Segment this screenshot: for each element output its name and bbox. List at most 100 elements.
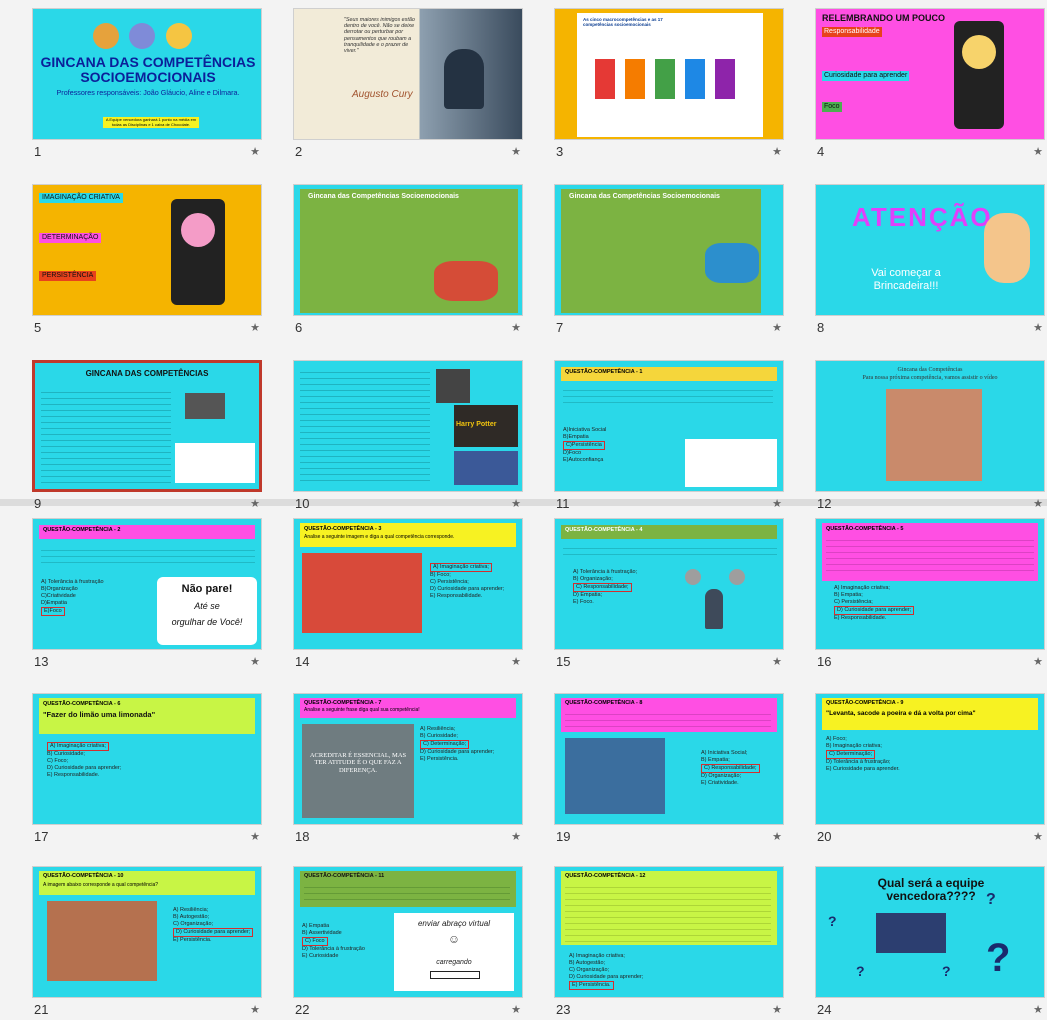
answer-option[interactable]: B) Assertividade [302, 930, 365, 937]
answer-option[interactable]: A) Tolerância à frustração; [573, 569, 637, 576]
answer-option[interactable]: D) Curiosidade para aprender; [430, 586, 504, 593]
answer-option[interactable]: D) Curiosidade para aprender; [420, 749, 494, 756]
slide-thumbnail[interactable]: QUESTÃO-COMPETÊNCIA - 8 A) Iniciativa So… [554, 693, 784, 825]
slide-cell[interactable]: GINCANA DAS COMPETÊNCIAS 9 ★ [32, 360, 262, 512]
slide-cell[interactable]: QUESTÃO-COMPETÊNCIA - 5 A) Imaginação cr… [815, 518, 1045, 670]
answer-option[interactable]: D) Organização; [701, 773, 760, 780]
answer-option[interactable]: A) Imaginação criativa; [834, 585, 914, 592]
slide-cell[interactable]: QUESTÃO-COMPETÊNCIA - 3 Analise a seguin… [293, 518, 523, 670]
answer-option[interactable]: D) Empatia; [573, 592, 637, 599]
answer-option[interactable]: D) Tolerância à frustração [302, 946, 365, 953]
slide-thumbnail[interactable]: GINCANA DAS COMPETÊNCIAS SOCIOEMOCIONAIS… [32, 8, 262, 140]
slide-cell[interactable]: Harry Potter 10 ★ [293, 360, 523, 512]
star-icon[interactable]: ★ [250, 1003, 260, 1016]
star-icon[interactable]: ★ [1033, 145, 1043, 158]
star-icon[interactable]: ★ [250, 830, 260, 843]
slide-cell[interactable]: QUESTÃO-COMPETÊNCIA - 7 Analise a seguin… [293, 693, 523, 845]
slide-thumbnail[interactable]: QUESTÃO-COMPETÊNCIA - 11 A) Empatia B) A… [293, 866, 523, 998]
answer-option[interactable]: D)Empatia [41, 600, 104, 607]
answer-option[interactable]: B) Empatia; [834, 592, 914, 599]
slide-cell[interactable]: QUESTÃO-COMPETÊNCIA - 12 A) Imaginação c… [554, 866, 784, 1018]
slide-cell[interactable]: QUESTÃO-COMPETÊNCIA - 2 A) Tolerância à … [32, 518, 262, 670]
star-icon[interactable]: ★ [511, 145, 521, 158]
video-placeholder[interactable] [886, 389, 982, 481]
answer-option[interactable]: A) Tolerância à frustração [41, 579, 104, 586]
answer-option[interactable]: E) Responsabilidade. [834, 615, 914, 622]
answer-option[interactable]: A) Resiliência; [420, 726, 494, 733]
slide-thumbnail[interactable]: QUESTÃO-COMPETÊNCIA - 12 A) Imaginação c… [554, 866, 784, 998]
slide-thumbnail[interactable]: RELEMBRANDO UM POUCO Responsabilidade Cu… [815, 8, 1045, 140]
slide-thumbnail[interactable]: QUESTÃO-COMPETÊNCIA - 9 "Levanta, sacode… [815, 693, 1045, 825]
answer-option[interactable]: B) Autogestão; [569, 960, 643, 967]
answer-option[interactable]: B) Autogestão; [173, 914, 253, 921]
star-icon[interactable]: ★ [1033, 1003, 1043, 1016]
slide-thumbnail[interactable]: "Seus maiores inimigos estão dentro de v… [293, 8, 523, 140]
answer-option[interactable]: E) Curiosidade [302, 953, 365, 960]
answer-option[interactable]: C)Criatividade [41, 593, 104, 600]
answer-option[interactable]: E) Criatividade. [701, 780, 760, 787]
star-icon[interactable]: ★ [511, 830, 521, 843]
answer-option[interactable]: B) Foco; [430, 572, 504, 579]
answer-option[interactable]: E) Responsabilidade. [430, 593, 504, 600]
star-icon[interactable]: ★ [772, 1003, 782, 1016]
slide-cell[interactable]: QUESTÃO-COMPETÊNCIA - 4 A) Tolerância à … [554, 518, 784, 670]
answer-option[interactable]: B)Empatia [563, 434, 606, 441]
answer-option[interactable]: C) Organização; [569, 967, 643, 974]
slide-thumbnail[interactable]: QUESTÃO-COMPETÊNCIA - 2 A) Tolerância à … [32, 518, 262, 650]
slide-thumbnail[interactable]: IMAGINAÇÃO CRIATIVA DETERMINAÇÃO PERSIST… [32, 184, 262, 316]
slide-thumbnail[interactable]: QUESTÃO-COMPETÊNCIA - 5 A) Imaginação cr… [815, 518, 1045, 650]
slide-cell[interactable]: QUESTÃO-COMPETÊNCIA - 6 "Fazer do limão … [32, 693, 262, 845]
answer-option[interactable]: C) Persistência; [834, 599, 914, 606]
answer-option[interactable]: D) Tolerância à frustração; [826, 759, 900, 766]
answer-option[interactable]: B) Organização; [573, 576, 637, 583]
slide-cell[interactable]: Gincana das Competências Socioemocionais… [554, 184, 784, 336]
star-icon[interactable]: ★ [511, 497, 521, 510]
star-icon[interactable]: ★ [250, 145, 260, 158]
answer-option[interactable]: E)Autoconfiança [563, 457, 606, 464]
slide-cell[interactable]: Qual será a equipe vencedora???? ? ? ? ?… [815, 866, 1045, 1018]
slide-thumbnail[interactable]: As cinco macrocompetências e as 17 compe… [554, 8, 784, 140]
answer-option[interactable]: B) Curiosidade; [420, 733, 494, 740]
slide-thumbnail[interactable]: QUESTÃO-COMPETÊNCIA - 1 A)Iniciativa Soc… [554, 360, 784, 492]
answer-option[interactable]: B) Curiosidade; [47, 751, 121, 758]
star-icon[interactable]: ★ [1033, 655, 1043, 668]
slide-thumbnail[interactable]: Gincana das Competências Socioemocionais [554, 184, 784, 316]
slide-thumbnail[interactable]: QUESTÃO-COMPETÊNCIA - 10 A imagem abaixo… [32, 866, 262, 998]
answer-option[interactable]: C) Foco; [47, 758, 121, 765]
slide-cell[interactable]: QUESTÃO-COMPETÊNCIA - 1 A)Iniciativa Soc… [554, 360, 784, 512]
answer-option[interactable]: A)Iniciativa Social [563, 427, 606, 434]
answer-option[interactable]: B) Imaginação criativa; [826, 743, 900, 750]
slide-thumbnail[interactable]: Harry Potter [293, 360, 523, 492]
star-icon[interactable]: ★ [250, 497, 260, 510]
star-icon[interactable]: ★ [511, 655, 521, 668]
slide-cell[interactable]: QUESTÃO-COMPETÊNCIA - 8 A) Iniciativa So… [554, 693, 784, 845]
slide-cell[interactable]: QUESTÃO-COMPETÊNCIA - 11 A) Empatia B) A… [293, 866, 523, 1018]
slide-cell[interactable]: IMAGINAÇÃO CRIATIVA DETERMINAÇÃO PERSIST… [32, 184, 262, 336]
answer-option[interactable]: D) Curiosidade para aprender; [47, 765, 121, 772]
answer-option[interactable]: A) Foco; [826, 736, 900, 743]
slide-cell[interactable]: "Seus maiores inimigos estão dentro de v… [293, 8, 523, 160]
answer-option[interactable]: E) Curiosidade para aprender. [826, 766, 900, 773]
slide-thumbnail[interactable]: Qual será a equipe vencedora???? ? ? ? ?… [815, 866, 1045, 998]
answer-option[interactable]: A) Imaginação criativa; [569, 953, 643, 960]
slide-cell[interactable]: Gincana das Competências Para nossa próx… [815, 360, 1045, 512]
answer-option[interactable]: E) Responsabilidade. [47, 772, 121, 779]
slide-thumbnail[interactable]: Gincana das Competências Socioemocionais [293, 184, 523, 316]
answer-option[interactable]: E) Persistência. [173, 937, 253, 944]
slide-thumbnail[interactable]: QUESTÃO-COMPETÊNCIA - 4 A) Tolerância à … [554, 518, 784, 650]
star-icon[interactable]: ★ [772, 145, 782, 158]
slide-cell[interactable]: QUESTÃO-COMPETÊNCIA - 9 "Levanta, sacode… [815, 693, 1045, 845]
answer-option[interactable]: A) Iniciativa Social; [701, 750, 760, 757]
slide-thumbnail[interactable]: QUESTÃO-COMPETÊNCIA - 7 Analise a seguin… [293, 693, 523, 825]
slide-cell[interactable]: RELEMBRANDO UM POUCO Responsabilidade Cu… [815, 8, 1045, 160]
answer-option[interactable]: B)Organização [41, 586, 104, 593]
star-icon[interactable]: ★ [772, 321, 782, 334]
answer-option[interactable]: B) Empatia; [701, 757, 760, 764]
slide-thumbnail[interactable]: QUESTÃO-COMPETÊNCIA - 3 Analise a seguin… [293, 518, 523, 650]
slide-cell[interactable]: As cinco macrocompetências e as 17 compe… [554, 8, 784, 160]
slide-cell[interactable]: GINCANA DAS COMPETÊNCIAS SOCIOEMOCIONAIS… [32, 8, 262, 160]
slide-thumbnail[interactable]: QUESTÃO-COMPETÊNCIA - 6 "Fazer do limão … [32, 693, 262, 825]
slide-thumbnail[interactable]: ATENÇÃO Vai começar a Brincadeira!!! [815, 184, 1045, 316]
answer-option[interactable]: D)Foco [563, 450, 606, 457]
star-icon[interactable]: ★ [511, 1003, 521, 1016]
